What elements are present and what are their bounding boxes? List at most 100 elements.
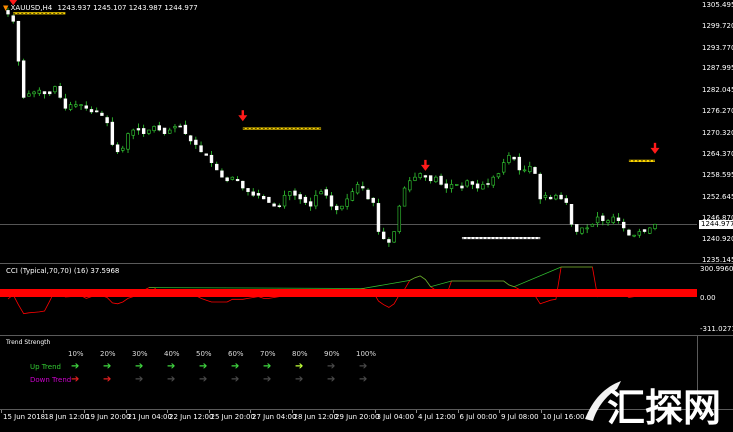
candle-body	[440, 176, 443, 184]
candle-body	[481, 184, 484, 189]
cci-scale[interactable]: 300.9960 0.00 -311.0271	[697, 264, 733, 335]
candle-body	[95, 111, 98, 112]
up-trend-arrow-icon: ➔	[295, 362, 303, 372]
candle-body	[393, 232, 396, 243]
price-tick-label: 1276.270	[702, 107, 733, 115]
candle-body	[304, 197, 307, 202]
cci-label: CCI (Typical,70,70) (16) 37.5968	[6, 267, 119, 275]
candle-body	[116, 145, 119, 152]
candle-body	[570, 204, 573, 224]
candle-body	[142, 128, 145, 133]
candle-body	[346, 199, 349, 206]
down-trend-arrow-icon: ➔	[327, 375, 335, 385]
candle-body	[622, 222, 625, 228]
candle-body	[121, 148, 124, 150]
cci-panel[interactable]: CCI (Typical,70,70) (16) 37.5968	[0, 264, 697, 335]
price-chart-svg[interactable]	[0, 0, 697, 263]
candle-body	[487, 183, 490, 184]
price-tick-label: 1293.770	[702, 44, 733, 52]
candle-body	[596, 217, 599, 223]
candle-body	[174, 126, 177, 127]
down-trend-label: Down Trend	[30, 376, 71, 384]
price-chart-panel[interactable]: ▼ XAUUSD,H4 1243.937 1245.107 1243.987 1…	[0, 0, 697, 263]
candle-body	[377, 203, 380, 231]
candle-body	[210, 155, 213, 162]
time-tick-label: 3 Jul 04:00	[377, 413, 415, 421]
candle-body	[80, 105, 83, 106]
watermark-logo: 汇探网	[583, 377, 731, 425]
sell-arrow-head	[238, 115, 247, 121]
candle-body	[64, 99, 67, 108]
candle-body	[54, 87, 57, 92]
candle-body	[189, 136, 192, 141]
candle-body	[127, 134, 130, 150]
time-tick-mark	[250, 410, 251, 413]
candle-body	[241, 181, 244, 188]
trend-percent-label: 50%	[196, 350, 212, 358]
candle-body	[27, 94, 30, 96]
up-trend-arrow-icon: ➔	[71, 362, 79, 372]
candle-body	[424, 176, 427, 178]
candle-body	[132, 130, 135, 135]
time-tick-mark	[292, 410, 293, 413]
trend-percent-label: 80%	[292, 350, 308, 358]
candle-body	[367, 190, 370, 199]
candle-body	[628, 230, 631, 235]
trend-percent-label: 20%	[100, 350, 116, 358]
time-tick-label: 4 Jul 12:00	[418, 413, 456, 421]
candle-body	[633, 235, 636, 236]
up-trend-arrow-icon: ➔	[327, 362, 335, 372]
price-scale[interactable]: 1305.4951299.7201293.7701287.9951282.045…	[697, 0, 733, 263]
trend-percent-label: 70%	[260, 350, 276, 358]
candle-body	[153, 126, 156, 130]
candle-body	[158, 126, 161, 130]
up-trend-arrow-icon: ➔	[263, 362, 271, 372]
candle-body	[299, 195, 302, 199]
candle-body	[398, 206, 401, 231]
candle-body	[90, 109, 93, 111]
candle-body	[492, 177, 495, 185]
time-tick-mark	[499, 410, 500, 413]
candle-body	[247, 188, 250, 191]
price-tick-label: 1258.595	[702, 171, 733, 179]
candle-body	[607, 221, 610, 223]
candle-body	[200, 146, 203, 152]
down-trend-arrow-icon: ➔	[199, 375, 207, 385]
down-trend-arrow-icon: ➔	[231, 375, 239, 385]
time-tick-label: 15 Jun 2018	[3, 413, 45, 421]
time-tick-label: 19 Jun 20:00	[86, 413, 130, 421]
price-tick-label: 1287.995	[702, 64, 733, 72]
time-tick-mark	[84, 410, 85, 413]
current-price-label: 1244.977	[699, 220, 733, 229]
candle-body	[617, 218, 620, 221]
chart-header: ▼ XAUUSD,H4 1243.937 1245.107 1243.987 1…	[3, 4, 198, 12]
time-tick-label: 18 Jun 12:00	[45, 413, 89, 421]
sell-arrow-head	[651, 148, 660, 154]
candle-body	[387, 239, 390, 242]
trend-percent-label: 60%	[228, 350, 244, 358]
candle-body	[257, 193, 260, 195]
candle-body	[101, 113, 104, 115]
candle-body	[137, 128, 140, 130]
candle-body	[445, 184, 448, 188]
time-tick-mark	[375, 410, 376, 413]
down-trend-arrow-icon: ➔	[359, 375, 367, 385]
candle-body	[476, 184, 479, 188]
candle-body	[262, 196, 265, 199]
chart-menu-icon[interactable]: ▼	[3, 4, 8, 12]
candle-body	[111, 122, 114, 144]
candle-body	[513, 157, 516, 159]
time-tick-mark	[126, 410, 127, 413]
candle-body	[163, 128, 166, 134]
candle-body	[252, 192, 255, 195]
candle-body	[414, 177, 417, 180]
time-tick-mark	[333, 410, 334, 413]
candle-body	[654, 224, 657, 228]
up-trend-arrow-icon: ➔	[199, 362, 207, 372]
symbol-label: XAUUSD,H4	[11, 4, 53, 12]
candle-body	[643, 230, 646, 232]
price-tick-label: 1235.145	[702, 256, 733, 264]
candle-body	[59, 86, 62, 97]
price-tick-label: 1282.045	[702, 86, 733, 94]
candle-body	[502, 163, 505, 172]
